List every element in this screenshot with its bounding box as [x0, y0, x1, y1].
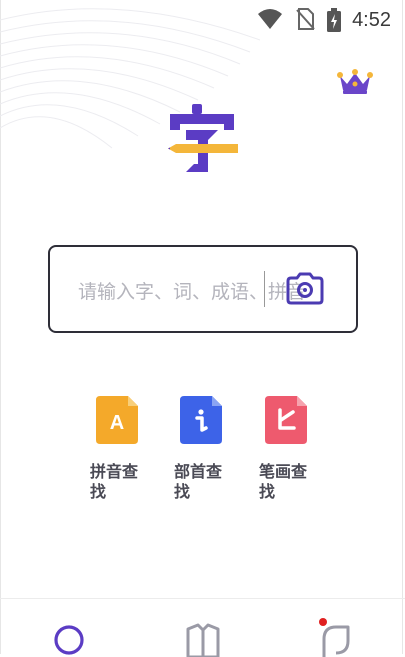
- book-icon[interactable]: [185, 623, 221, 657]
- app-logo-icon: [168, 104, 238, 172]
- camera-icon[interactable]: [286, 271, 324, 305]
- pinyin-icon: A: [96, 396, 138, 444]
- battery-charging-icon: [327, 8, 341, 32]
- finder-label: 部首查找: [174, 462, 223, 501]
- leaf-icon[interactable]: [320, 623, 352, 657]
- finder-label: 笔画查找: [259, 462, 308, 501]
- crown-icon[interactable]: [337, 68, 373, 96]
- bottom-nav: [0, 598, 405, 657]
- text-caret: [264, 271, 265, 307]
- status-time: 4:52: [352, 9, 391, 31]
- wifi-icon: [258, 9, 282, 29]
- home-circle-icon[interactable]: [52, 623, 86, 657]
- radical-icon: [180, 396, 222, 444]
- svg-text:A: A: [110, 412, 124, 434]
- stroke-icon: [265, 396, 307, 444]
- no-sim-icon: [296, 8, 315, 30]
- finder-label: 拼音查找: [90, 462, 139, 501]
- status-bar: 4:52: [205, 0, 405, 40]
- search-box[interactable]: [48, 245, 358, 333]
